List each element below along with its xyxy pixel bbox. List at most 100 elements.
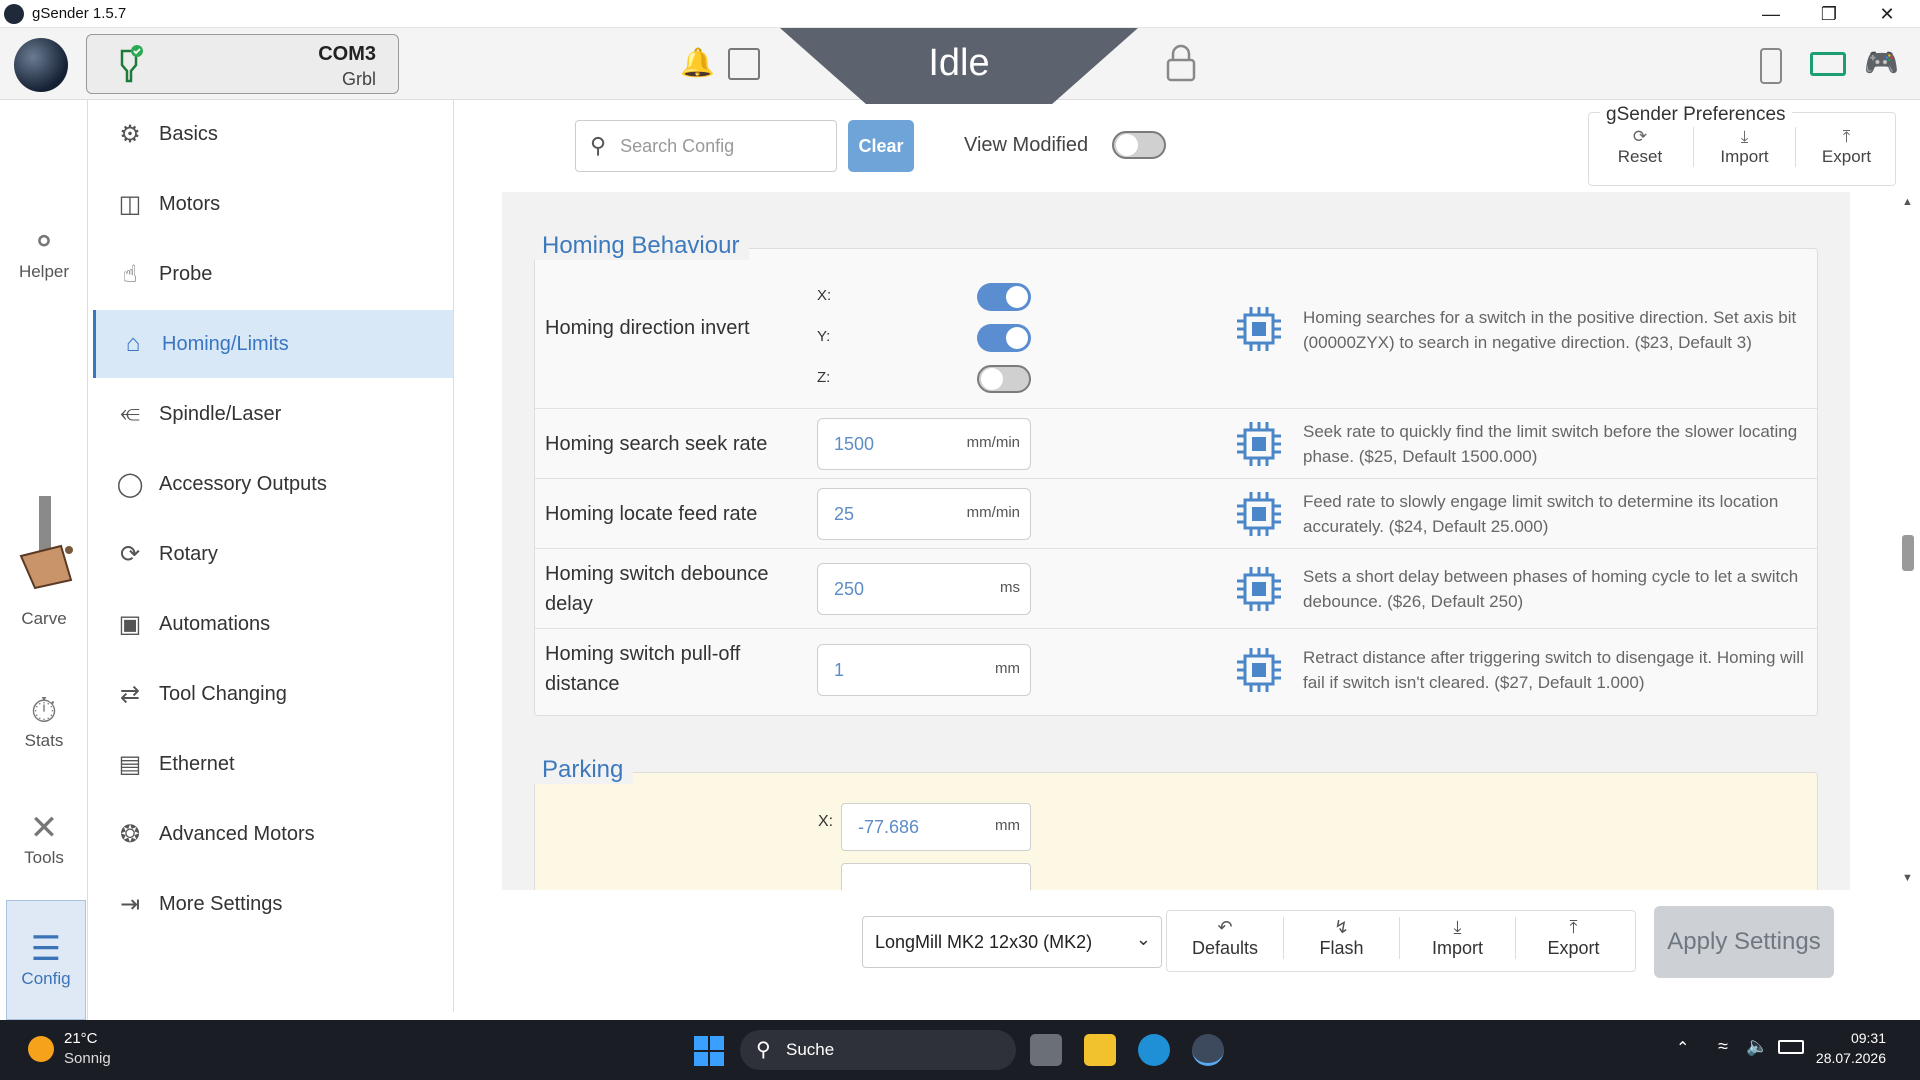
defaults-button[interactable]: ↶ Defaults xyxy=(1167,917,1283,959)
config-nav-label: Probe xyxy=(159,262,213,285)
feed-rate-input[interactable]: 25 mm/min xyxy=(817,488,1031,540)
weather-temp[interactable]: 21°C xyxy=(64,1030,98,1047)
list-icon: ⇥ xyxy=(119,890,141,918)
invert-z-toggle[interactable] xyxy=(977,365,1031,393)
homing-behaviour-title: Homing Behaviour xyxy=(532,232,750,260)
debounce-input[interactable]: 250 ms xyxy=(817,563,1031,615)
gsender-taskbar-icon[interactable] xyxy=(1192,1034,1224,1066)
config-nav-label: Basics xyxy=(159,122,218,145)
invert-x-toggle[interactable] xyxy=(977,283,1031,311)
config-nav-ethernet[interactable]: ▤ Ethernet xyxy=(93,730,453,798)
import-settings-button[interactable]: ⤓ Import xyxy=(1399,917,1515,959)
input-value: 1500 xyxy=(834,434,875,454)
clock-time[interactable]: 09:31 xyxy=(1812,1030,1886,1046)
bell-icon[interactable]: 🔔 xyxy=(680,46,715,79)
config-nav-accessory-outputs[interactable]: ◯ Accessory Outputs xyxy=(93,450,453,518)
export-settings-button[interactable]: ⤒ Export xyxy=(1515,917,1631,959)
minimize-button[interactable]: — xyxy=(1742,0,1800,28)
clear-button[interactable]: Clear xyxy=(848,120,914,172)
nav-carve[interactable]: Carve xyxy=(0,496,88,636)
parking-y-input[interactable] xyxy=(841,863,1031,890)
nav-tools[interactable]: ✕ Tools xyxy=(0,808,88,898)
clock-date[interactable]: 28.07.2026 xyxy=(1812,1050,1886,1066)
plug-connected-icon xyxy=(120,45,143,83)
config-nav-tool-changing[interactable]: ⇄ Tool Changing xyxy=(93,660,453,728)
nav-stats[interactable]: ⏱ Stats xyxy=(0,692,88,782)
export-preferences-button[interactable]: ⤒ Export xyxy=(1795,127,1897,167)
apply-settings-button[interactable]: Apply Settings xyxy=(1654,906,1834,978)
pulloff-input[interactable]: 1 mm xyxy=(817,644,1031,696)
config-nav-rotary[interactable]: ⟳ Rotary xyxy=(93,520,453,588)
volume-icon[interactable]: 🔈 xyxy=(1746,1036,1768,1057)
keyboard-icon[interactable] xyxy=(1810,52,1846,76)
battery-icon[interactable] xyxy=(1778,1040,1804,1054)
nav-helper-label: Helper xyxy=(18,262,70,281)
windows-start-icon[interactable] xyxy=(694,1036,724,1066)
scroll-up-icon[interactable]: ▲ xyxy=(1902,196,1913,208)
config-nav-motors[interactable]: ◫ Motors xyxy=(93,170,453,238)
mobile-icon[interactable] xyxy=(1760,48,1782,84)
circuit-board-icon[interactable] xyxy=(728,48,760,80)
config-nav-label: Motors xyxy=(159,192,221,215)
close-button[interactable]: ✕ xyxy=(1858,0,1916,28)
input-unit: mm/min xyxy=(966,504,1020,521)
flash-button[interactable]: ↯ Flash xyxy=(1283,917,1399,959)
weather-condition[interactable]: Sonnig xyxy=(64,1050,111,1067)
parking-x-input[interactable]: -77.686 mm xyxy=(841,803,1031,851)
config-nav-label: More Settings xyxy=(159,892,283,915)
task-view-icon[interactable] xyxy=(1030,1034,1062,1066)
file-explorer-icon[interactable] xyxy=(1084,1034,1116,1066)
config-nav-automations[interactable]: ▣ Automations xyxy=(93,590,453,658)
search-icon: ⚲ xyxy=(756,1039,771,1061)
taskbar-search[interactable]: ⚲ Suche xyxy=(740,1030,1016,1070)
main-nav: ⚬ Helper Carve ⏱ Stats ✕ Tools ☰ Config xyxy=(0,100,88,1020)
ethernet-icon: ▤ xyxy=(118,750,142,778)
axis-label: X: xyxy=(817,287,832,304)
sun-icon[interactable] xyxy=(28,1036,54,1062)
probe-icon: ☝ xyxy=(122,260,138,288)
rotary-icon: ⟳ xyxy=(119,540,141,568)
title-bar: gSender 1.5.7 — ❐ ✕ xyxy=(0,0,1920,28)
lock-icon[interactable] xyxy=(1166,44,1196,82)
view-modified-label: View Modified xyxy=(964,134,1089,156)
scrollbar[interactable]: ▲ ▼ xyxy=(1896,192,1920,890)
search-input[interactable]: ⚲ Search Config xyxy=(575,120,837,172)
motor-icon: ◫ xyxy=(118,190,142,218)
import-preferences-button[interactable]: ⤓ Import xyxy=(1693,127,1795,167)
restore-button[interactable]: ❐ xyxy=(1800,0,1858,28)
nav-carve-label: Carve xyxy=(21,609,67,628)
gamepad-icon[interactable]: 🎮 xyxy=(1864,46,1899,79)
view-modified-toggle[interactable] xyxy=(1112,131,1166,159)
chevron-up-icon[interactable]: ⌃ xyxy=(1676,1038,1689,1058)
setting-label: delay xyxy=(545,593,593,615)
axis-label: Z: xyxy=(817,369,831,386)
firmware-chip-icon xyxy=(1237,492,1281,536)
config-nav-probe[interactable]: ☝ Probe xyxy=(93,240,453,308)
parking-section: X: -77.686 mm xyxy=(534,772,1818,890)
connection-button[interactable]: COM3 Grbl xyxy=(86,34,399,94)
nav-config[interactable]: ☰ Config xyxy=(6,900,86,1020)
robot-icon: ▣ xyxy=(118,610,142,638)
scroll-down-icon[interactable]: ▼ xyxy=(1902,872,1913,884)
seek-rate-input[interactable]: 1500 mm/min xyxy=(817,418,1031,470)
invert-y-toggle[interactable] xyxy=(977,324,1031,352)
edge-browser-icon[interactable] xyxy=(1138,1034,1170,1066)
homing-direction-invert-row: Homing direction invert X: Y: Z: Homing … xyxy=(535,249,1817,409)
setting-label: distance xyxy=(545,673,620,695)
nav-helper[interactable]: ⚬ Helper xyxy=(0,222,88,312)
config-nav-spindle-laser[interactable]: ⥺ Spindle/Laser xyxy=(93,380,453,448)
machine-profile-select[interactable]: LongMill MK2 12x30 (MK2) ⌄ xyxy=(862,916,1162,968)
axis-label: Y: xyxy=(817,328,831,345)
config-nav-homing-limits[interactable]: ⌂ Homing/Limits xyxy=(93,310,453,378)
settings-scroll-area[interactable]: Homing direction invert X: Y: Z: Homing … xyxy=(502,192,1850,890)
input-unit: mm xyxy=(995,817,1020,834)
config-nav-advanced-motors[interactable]: ❂ Advanced Motors xyxy=(93,800,453,868)
config-nav-more-settings[interactable]: ⇥ More Settings xyxy=(93,870,453,938)
reset-label: Reset xyxy=(1617,147,1663,166)
scrollbar-thumb[interactable] xyxy=(1902,535,1914,571)
reset-preferences-button[interactable]: ⟳ Reset xyxy=(1589,127,1691,167)
parking-title: Parking xyxy=(532,756,634,784)
config-nav-basics[interactable]: ⚙ Basics xyxy=(93,100,453,168)
config-nav-label: Accessory Outputs xyxy=(159,472,327,495)
wifi-icon[interactable]: ≈ xyxy=(1718,1036,1728,1057)
